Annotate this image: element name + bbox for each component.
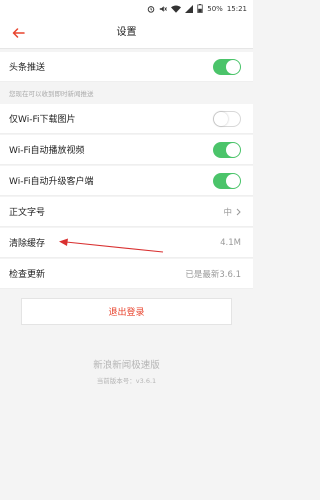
chevron-right-icon: [236, 208, 241, 215]
setting-label: Wi-Fi自动升级客户端: [9, 177, 94, 187]
wifi-images-toggle[interactable]: [213, 110, 241, 127]
app-version: 当前版本号：v3.6.1: [96, 377, 157, 385]
setting-wifi-images: 仅Wi-Fi下载图片: [0, 104, 253, 134]
wifi-icon: [171, 4, 182, 13]
setting-label: 仅Wi-Fi下载图片: [9, 115, 76, 125]
setting-label: Wi-Fi自动播放视频: [9, 146, 85, 156]
cache-size-value: 4.1M: [220, 237, 241, 248]
logout-button[interactable]: 退出登录: [21, 298, 232, 325]
mute-icon: [159, 5, 168, 13]
status-bar: 50% 15:21: [0, 0, 253, 17]
push-hint: 您现在可以收到即时新闻推送: [9, 90, 94, 98]
setting-font-size[interactable]: 正文字号 中: [0, 197, 253, 227]
alarm-icon: [147, 5, 155, 13]
setting-label: 检查更新: [9, 270, 46, 280]
setting-label: 头条推送: [9, 63, 46, 73]
setting-label: 正文字号: [9, 208, 46, 218]
header-bar: 设置: [0, 17, 253, 49]
setting-wifi-autoplay: Wi-Fi自动播放视频: [0, 135, 253, 165]
battery-percent: 50%: [207, 4, 223, 13]
clock: 15:21: [226, 4, 247, 13]
setting-clear-cache[interactable]: 清除缓存 4.1M: [0, 228, 253, 258]
setting-check-update[interactable]: 检查更新 已是最新3.6.1: [0, 259, 253, 289]
app-name: 新浪新闻极速版: [93, 360, 160, 371]
wifi-upgrade-toggle[interactable]: [213, 172, 241, 189]
signal-icon: [185, 4, 194, 13]
page-title: 设置: [116, 27, 137, 38]
battery-icon: [197, 4, 203, 13]
font-size-value: 中: [223, 207, 232, 218]
headline-push-toggle[interactable]: [213, 58, 241, 75]
setting-wifi-upgrade: Wi-Fi自动升级客户端: [0, 166, 253, 196]
update-status-value: 已是最新3.6.1: [185, 269, 241, 280]
wifi-autoplay-toggle[interactable]: [213, 141, 241, 158]
setting-label: 清除缓存: [9, 239, 46, 249]
setting-headline-push: 头条推送: [0, 52, 253, 82]
